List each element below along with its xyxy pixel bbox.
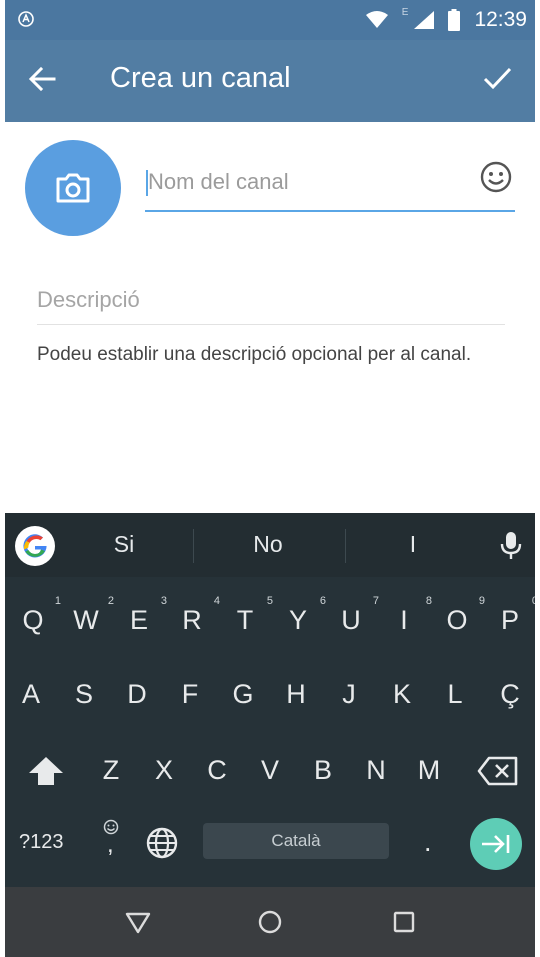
key-label: P — [500, 605, 519, 635]
arrow-back-icon[interactable] — [27, 64, 57, 94]
key-h[interactable]: H — [276, 679, 316, 710]
key-c-cedilla[interactable]: Ç — [490, 679, 530, 710]
space-key[interactable]: Català — [203, 823, 389, 859]
key-hint: 7 — [372, 595, 379, 607]
key-i[interactable]: I8 — [384, 595, 432, 636]
camera-icon — [56, 173, 90, 203]
key-label: W — [73, 605, 99, 635]
nav-recents-icon[interactable] — [389, 907, 419, 937]
comma-label: , — [107, 831, 114, 858]
key-hint: 3 — [160, 595, 167, 607]
suggestion-1[interactable]: Si — [114, 531, 134, 558]
microphone-icon[interactable] — [497, 531, 525, 561]
key-label: Q — [22, 605, 44, 635]
wifi-icon — [365, 11, 388, 28]
nav-home-icon[interactable] — [255, 907, 285, 937]
nav-back-icon[interactable] — [123, 907, 153, 937]
backspace-icon[interactable] — [477, 755, 519, 787]
key-label: O — [446, 605, 468, 635]
google-g-icon — [23, 534, 47, 558]
key-n[interactable]: N — [356, 755, 396, 786]
app-bar: Crea un canal — [5, 40, 535, 122]
key-hint: 8 — [425, 595, 432, 607]
symbols-key[interactable]: ?123 — [19, 831, 64, 854]
key-d[interactable]: D — [117, 679, 157, 710]
key-e[interactable]: E3 — [119, 595, 167, 636]
suggestion-divider — [345, 529, 346, 563]
key-y[interactable]: Y6 — [278, 595, 326, 636]
channel-name-field — [145, 158, 515, 212]
status-bar: E 12:39 — [5, 0, 535, 40]
suggestion-2[interactable]: No — [253, 531, 282, 558]
key-k[interactable]: K — [382, 679, 422, 710]
key-hint: 2 — [107, 595, 114, 607]
key-c[interactable]: C — [197, 755, 237, 786]
key-label: R — [182, 605, 202, 635]
key-r[interactable]: R4 — [172, 595, 220, 636]
channel-name-input[interactable] — [145, 164, 468, 200]
key-z[interactable]: Z — [91, 755, 131, 786]
key-p[interactable]: P0 — [490, 595, 535, 636]
key-label: Y — [288, 605, 307, 635]
description-input[interactable] — [37, 282, 497, 318]
key-v[interactable]: V — [250, 755, 290, 786]
key-label: U — [341, 605, 361, 635]
phone-screen: E 12:39 Crea un canal Nom del canal Desc… — [5, 0, 535, 957]
globe-icon[interactable] — [145, 826, 179, 860]
key-hint: 6 — [319, 595, 326, 607]
key-hint: 5 — [266, 595, 273, 607]
key-t[interactable]: T5 — [225, 595, 273, 636]
key-label: E — [129, 605, 148, 635]
key-j[interactable]: J — [329, 679, 369, 710]
key-label: I — [400, 605, 408, 635]
key-q[interactable]: Q1 — [13, 595, 61, 636]
status-time: 12:39 — [474, 8, 527, 31]
key-hint: 9 — [478, 595, 485, 607]
soft-keyboard: Si No I Q1 W2 E3 R4 T5 Y6 U7 I8 O9 P0 A … — [5, 513, 535, 887]
key-l[interactable]: L — [435, 679, 475, 710]
page-title: Crea un canal — [110, 62, 291, 94]
suggestion-3[interactable]: I — [410, 531, 416, 558]
key-o[interactable]: O9 — [437, 595, 485, 636]
data-saver-icon — [18, 11, 34, 27]
key-b[interactable]: B — [303, 755, 343, 786]
shift-icon[interactable] — [27, 756, 65, 786]
key-hint: 1 — [54, 595, 61, 607]
cell-signal-icon — [414, 11, 435, 29]
channel-photo-button[interactable] — [25, 140, 121, 236]
description-helper-text: Podeu establir una descripció opcional p… — [37, 344, 472, 365]
description-field — [37, 280, 505, 325]
key-s[interactable]: S — [64, 679, 104, 710]
key-hint: 4 — [213, 595, 220, 607]
key-hint: 0 — [531, 595, 535, 607]
key-f[interactable]: F — [170, 679, 210, 710]
period-key[interactable]: . — [424, 827, 432, 858]
key-w[interactable]: W2 — [66, 595, 114, 636]
key-u[interactable]: U7 — [331, 595, 379, 636]
suggestion-divider — [193, 529, 194, 563]
key-m[interactable]: M — [409, 755, 449, 786]
smiley-icon[interactable] — [479, 160, 513, 194]
key-g[interactable]: G — [223, 679, 263, 710]
battery-icon — [448, 9, 461, 31]
suggestion-strip: Si No I — [5, 513, 535, 577]
key-label: T — [236, 605, 254, 635]
key-a[interactable]: A — [11, 679, 51, 710]
next-arrow-icon — [482, 835, 510, 853]
emoji-comma-key[interactable]: , — [99, 819, 123, 859]
key-x[interactable]: X — [144, 755, 184, 786]
google-icon[interactable] — [15, 526, 55, 566]
system-nav-bar — [5, 887, 535, 957]
checkmark-icon[interactable] — [481, 62, 513, 94]
network-type-label: E — [401, 6, 409, 18]
next-field-key[interactable] — [470, 818, 522, 870]
